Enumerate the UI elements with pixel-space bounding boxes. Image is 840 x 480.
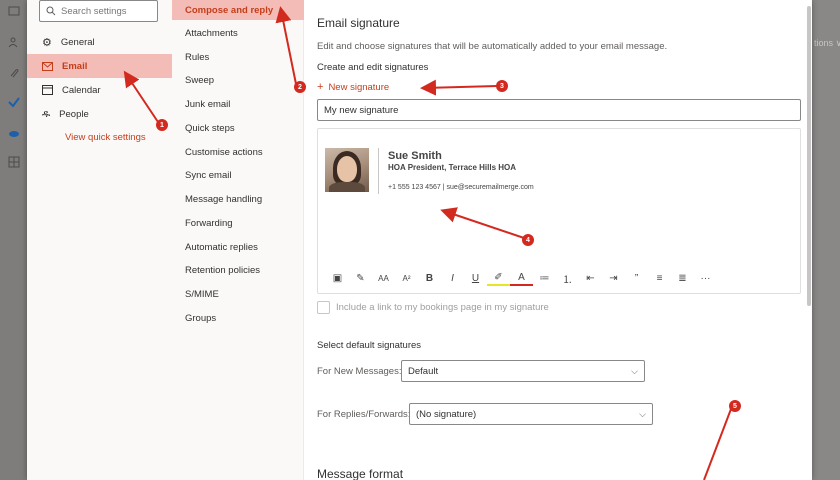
- image-icon[interactable]: ▣: [326, 270, 349, 286]
- new-messages-value: Default: [408, 365, 439, 377]
- format-painter-icon[interactable]: ✎: [349, 270, 372, 286]
- page-title: Email signature: [317, 16, 400, 30]
- view-quick-settings-link[interactable]: View quick settings: [65, 132, 146, 143]
- message-format-heading: Message format: [317, 467, 404, 480]
- annotation-badge-5: 5: [729, 400, 741, 412]
- category-people[interactable]: ዱ People: [27, 102, 172, 126]
- annotation-badge-1: 1: [156, 119, 168, 131]
- annotation-badge-2: 2: [294, 81, 306, 93]
- search-icon: [46, 6, 56, 16]
- italic-icon[interactable]: I: [441, 270, 464, 286]
- format-toolbar: ▣ ✎ AA A² B I U ✐ A ≔ ⒈ ⇤ ⇥” ≡ ≣ ···: [326, 270, 717, 286]
- category-general[interactable]: ⚙ General: [27, 30, 172, 54]
- calendar-icon: [42, 85, 53, 95]
- onedrive-app-icon[interactable]: [8, 127, 20, 139]
- increase-indent-icon[interactable]: ⇥: [602, 270, 625, 286]
- chevron-down-icon: ⌵: [631, 365, 638, 376]
- people-icon: ዱ: [42, 108, 51, 120]
- subcategory-forwarding[interactable]: Forwarding: [172, 213, 304, 233]
- chevron-down-icon: ⌵: [639, 408, 646, 419]
- mail-app-icon[interactable]: [8, 5, 20, 17]
- subcategory-sweep[interactable]: Sweep: [172, 70, 304, 90]
- faded-options-text: tions ∨: [814, 38, 840, 48]
- signature-title: HOA President, Terrace Hills HOA: [388, 163, 517, 172]
- subcategory-compose-and-reply[interactable]: Compose and reply: [172, 0, 304, 20]
- numbering-icon[interactable]: ⒈: [556, 270, 579, 286]
- apps-grid-icon[interactable]: [8, 156, 20, 168]
- subcategory-smime[interactable]: S/MIME: [172, 284, 304, 304]
- subcategory-retention-policies[interactable]: Retention policies: [172, 260, 304, 280]
- subcategory-junk-email[interactable]: Junk email: [172, 94, 304, 114]
- signature-photo: [325, 148, 369, 192]
- grow-font-icon[interactable]: A²: [395, 270, 418, 286]
- section-description: Edit and choose signatures that will be …: [317, 41, 668, 52]
- category-label: Calendar: [62, 84, 101, 96]
- underline-icon[interactable]: U: [464, 270, 487, 286]
- gear-icon: ⚙: [42, 36, 52, 49]
- bookings-checkbox[interactable]: [317, 301, 330, 314]
- subcategory-groups[interactable]: Groups: [172, 308, 304, 328]
- email-subcategories: Compose and reply Attachments Rules Swee…: [172, 0, 304, 480]
- align-left-icon[interactable]: ≡: [648, 270, 671, 286]
- new-messages-dropdown[interactable]: Default ⌵: [401, 360, 645, 382]
- replies-label: For Replies/Forwards:: [317, 409, 411, 420]
- category-email[interactable]: Email: [27, 54, 172, 78]
- signature-editor[interactable]: Sue Smith HOA President, Terrace Hills H…: [317, 128, 801, 294]
- new-signature-button[interactable]: + New signature: [317, 81, 389, 93]
- more-icon[interactable]: ···: [694, 270, 717, 286]
- category-calendar[interactable]: Calendar: [27, 78, 172, 102]
- subcategory-customise-actions[interactable]: Customise actions: [172, 142, 304, 162]
- subcategory-quick-steps[interactable]: Quick steps: [172, 118, 304, 138]
- signature-name-input[interactable]: My new signature: [317, 99, 801, 121]
- settings-categories: Search settings ⚙ General Email Calendar…: [27, 0, 172, 480]
- attach-app-icon[interactable]: [8, 67, 20, 79]
- decrease-indent-icon[interactable]: ⇤: [579, 270, 602, 286]
- annotation-badge-3: 3: [496, 80, 508, 92]
- font-color-icon[interactable]: A: [510, 270, 533, 286]
- subcategory-sync-email[interactable]: Sync email: [172, 165, 304, 185]
- bullets-icon[interactable]: ≔: [533, 270, 556, 286]
- new-signature-label: New signature: [328, 81, 390, 93]
- font-size-icon[interactable]: AA: [372, 270, 395, 286]
- settings-dialog: Search settings ⚙ General Email Calendar…: [27, 0, 812, 480]
- category-label: People: [59, 108, 89, 120]
- annotation-badge-4: 4: [522, 234, 534, 246]
- replies-value: (No signature): [416, 408, 477, 420]
- bookings-checkbox-label: Include a link to my bookings page in my…: [336, 302, 549, 313]
- default-signatures-heading: Select default signatures: [317, 340, 422, 351]
- signature-contact: +1 555 123 4567 | sue@securemailmerge.co…: [388, 184, 534, 191]
- main-scrollbar[interactable]: [806, 0, 812, 480]
- people-app-icon[interactable]: [8, 36, 20, 48]
- category-label: Email: [62, 60, 88, 72]
- new-messages-label: For New Messages:: [317, 366, 402, 377]
- plus-icon: +: [317, 81, 324, 93]
- search-placeholder: Search settings: [61, 5, 127, 17]
- replies-dropdown[interactable]: (No signature) ⌵: [409, 403, 653, 425]
- highlight-icon[interactable]: ✐: [487, 270, 510, 286]
- align-center-icon[interactable]: ≣: [671, 270, 694, 286]
- app-rail: [0, 0, 27, 480]
- todo-app-icon[interactable]: [8, 96, 20, 108]
- subcategory-rules[interactable]: Rules: [172, 47, 304, 67]
- section-subheading: Create and edit signatures: [317, 62, 429, 73]
- signature-divider: [378, 148, 379, 194]
- subcategory-message-handling[interactable]: Message handling: [172, 189, 304, 209]
- subcategory-attachments[interactable]: Attachments: [172, 23, 304, 43]
- signature-name: Sue Smith: [388, 150, 442, 162]
- mail-icon: [42, 61, 53, 71]
- bold-icon[interactable]: B: [418, 270, 441, 286]
- search-settings-input[interactable]: Search settings: [39, 0, 158, 22]
- subcategory-automatic-replies[interactable]: Automatic replies: [172, 237, 304, 257]
- bookings-link-option[interactable]: Include a link to my bookings page in my…: [317, 301, 549, 314]
- app-background-right: tions ∨: [810, 0, 840, 480]
- category-label: General: [60, 36, 95, 48]
- quote-icon[interactable]: ”: [625, 270, 648, 286]
